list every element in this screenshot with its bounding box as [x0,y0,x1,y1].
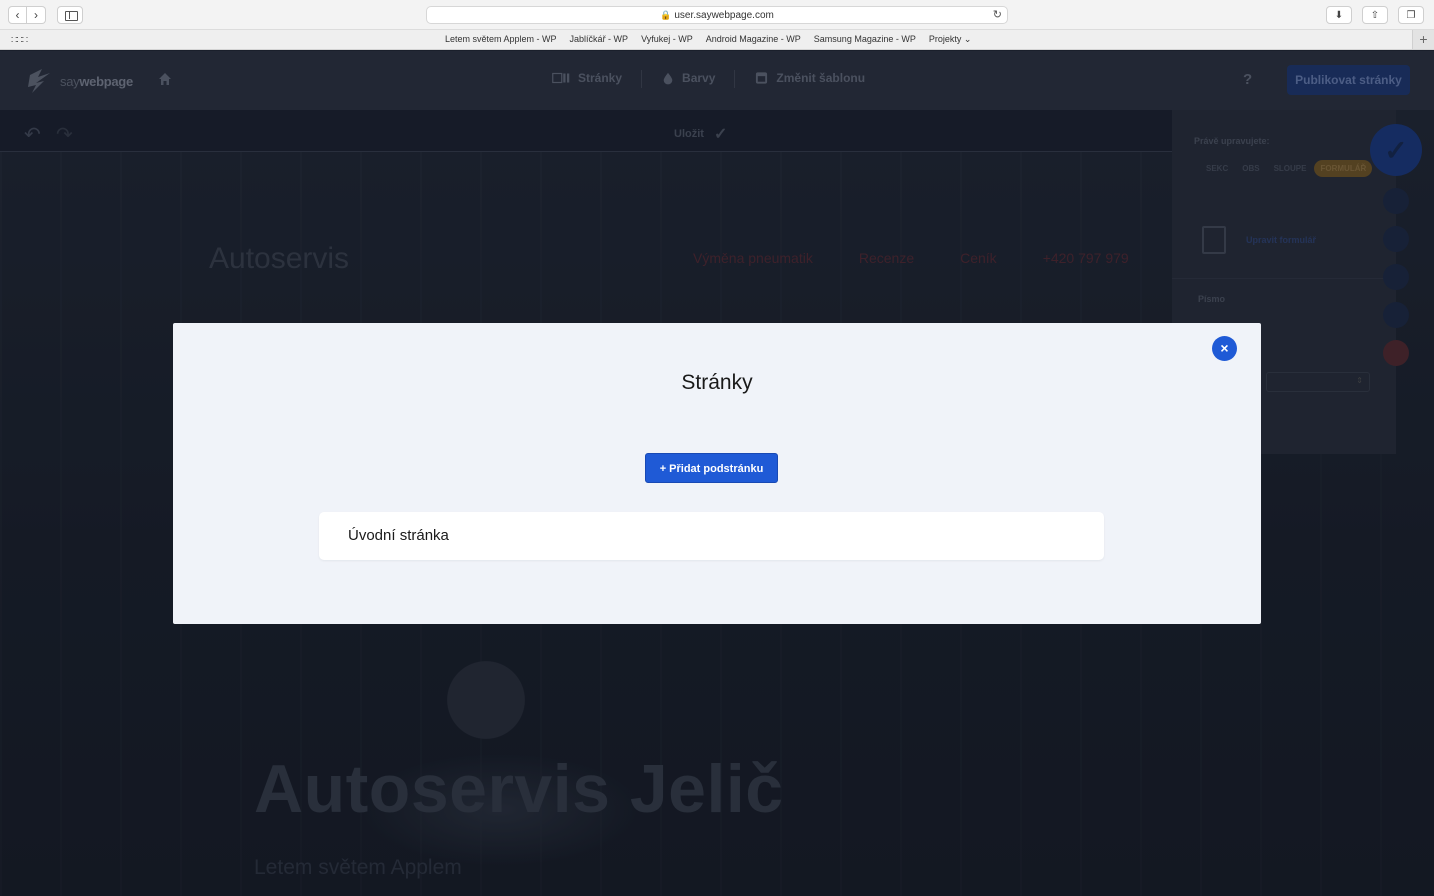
bookmark-item[interactable]: Vyfukej - WP [641,34,693,45]
modal-title: Stránky [681,371,753,394]
address-bar[interactable]: 🔒 user.saywebpage.com ↻ [426,6,1008,24]
reload-icon[interactable]: ↻ [993,7,1002,23]
share-icon[interactable]: ⇧ [1362,6,1388,24]
page-name: Úvodní stránka [348,527,449,544]
url-text: user.saywebpage.com [674,10,774,21]
bookmark-list: Letem světem Applem - WP Jablíčkář - WP … [445,34,971,45]
downloads-icon[interactable]: ⬇ [1326,6,1352,24]
pages-modal: × Stránky + Přidat podstránku Úvodní str… [173,323,1261,624]
tabs-overview-icon[interactable]: ❐ [1398,6,1424,24]
page-list-item[interactable]: Úvodní stránka [319,512,1104,560]
lock-icon: 🔒 [660,10,672,20]
sidebar-toggle-icon[interactable] [57,6,83,24]
close-icon[interactable]: × [1212,336,1237,361]
back-button[interactable]: ‹ [8,6,27,24]
bookmark-folder-label: Projekty [928,34,962,44]
bookmark-folder[interactable]: Projekty ⌄ [929,34,972,45]
forward-button[interactable]: › [27,6,46,24]
add-subpage-button[interactable]: + Přidat podstránku [645,453,778,483]
browser-actions: ⬇ ⇧ ❐ [1326,6,1424,24]
bookmark-item[interactable]: Android Magazine - WP [706,34,801,45]
chevron-down-icon: ⌄ [963,34,972,44]
bookmark-item[interactable]: Samsung Magazine - WP [814,34,916,45]
browser-toolbar: ‹ › 🔒 user.saywebpage.com ↻ ⬇ ⇧ ❐ [0,0,1434,30]
bookmark-item[interactable]: Letem světem Applem - WP [445,34,557,45]
history-buttons: ‹ › [8,6,46,24]
add-tab-icon[interactable]: + [1412,30,1434,49]
bookmark-item[interactable]: Jablíčkář - WP [570,34,629,45]
bookmarks-bar: ∷∷∷ Letem světem Applem - WP Jablíčkář -… [0,30,1434,50]
grid-icon[interactable]: ∷∷∷ [11,35,28,46]
